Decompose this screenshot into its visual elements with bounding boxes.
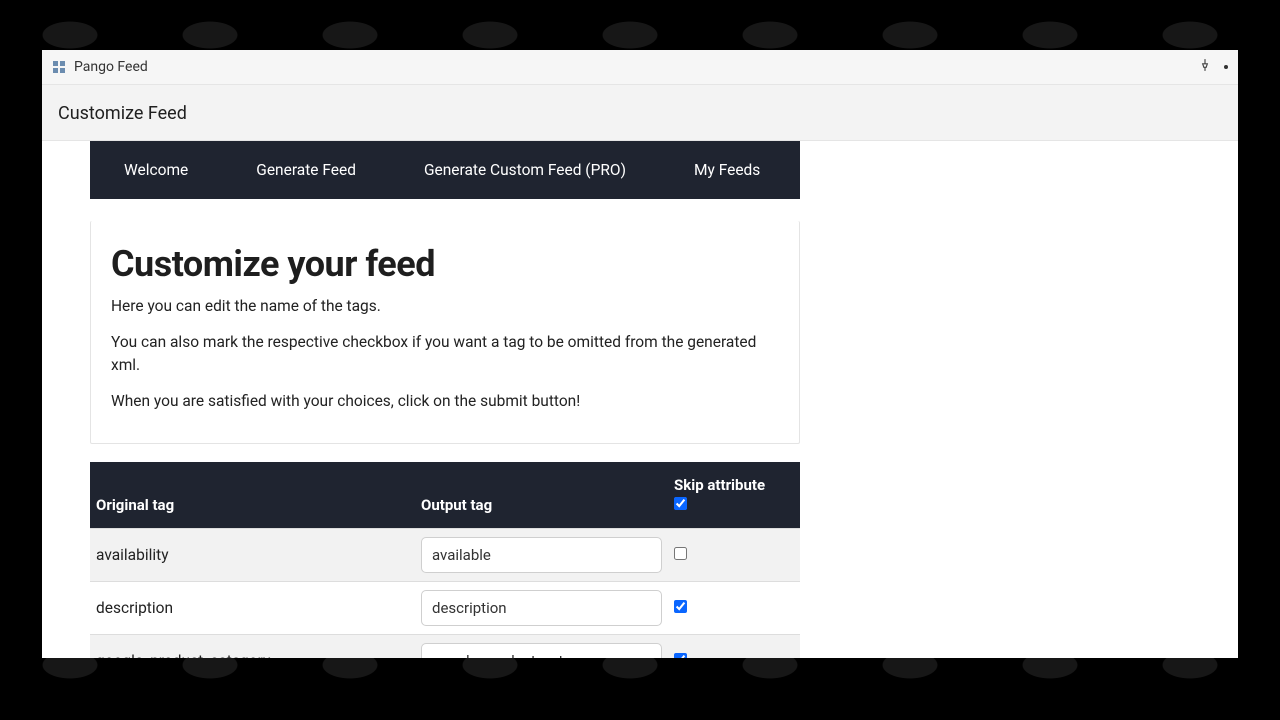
card-heading: Customize your feed — [111, 243, 779, 285]
skip-checkbox[interactable] — [674, 547, 687, 560]
content-area: Welcome Generate Feed Generate Custom Fe… — [42, 141, 1238, 658]
pin-icon[interactable] — [1198, 58, 1212, 76]
page-title: Customize Feed — [58, 103, 1222, 124]
cell-original: google_product_category — [90, 634, 415, 658]
titlebar: Pango Feed — [42, 50, 1238, 85]
table-header-row: Original tag Output tag Skip attribute — [90, 462, 800, 529]
cell-original: description — [90, 581, 415, 634]
table-row: google_product_category — [90, 634, 800, 658]
card-text-3: When you are satisfied with your choices… — [111, 390, 779, 412]
col-output-tag: Output tag — [415, 462, 668, 529]
info-card: Customize your feed Here you can edit th… — [90, 221, 800, 444]
tab-bar: Welcome Generate Feed Generate Custom Fe… — [90, 141, 800, 199]
tab-my-feeds[interactable]: My Feeds — [660, 141, 794, 199]
col-skip-attribute: Skip attribute — [668, 462, 800, 529]
card-text-2: You can also mark the respective checkbo… — [111, 331, 779, 376]
tab-welcome[interactable]: Welcome — [90, 141, 222, 199]
cell-original: availability — [90, 528, 415, 581]
table-row: availability — [90, 528, 800, 581]
card-text-1: Here you can edit the name of the tags. — [111, 295, 779, 317]
output-tag-input[interactable] — [421, 590, 662, 626]
skip-checkbox[interactable] — [674, 600, 687, 613]
tab-generate-feed[interactable]: Generate Feed — [222, 141, 390, 199]
page-header: Customize Feed — [42, 85, 1238, 141]
tag-table: Original tag Output tag Skip attribute a… — [90, 462, 800, 658]
output-tag-input[interactable] — [421, 537, 662, 573]
skip-all-checkbox[interactable] — [674, 497, 687, 510]
output-tag-input[interactable] — [421, 643, 662, 658]
table-row: description — [90, 581, 800, 634]
skip-checkbox[interactable] — [674, 653, 687, 658]
menu-dot-icon[interactable] — [1224, 65, 1228, 69]
tab-generate-custom-feed[interactable]: Generate Custom Feed (PRO) — [390, 141, 660, 199]
app-window: Pango Feed Customize Feed Welcome Genera… — [42, 50, 1238, 658]
col-skip-label: Skip attribute — [674, 476, 765, 494]
app-title: Pango Feed — [74, 59, 148, 75]
col-original-tag: Original tag — [90, 462, 415, 529]
app-icon — [52, 60, 66, 74]
